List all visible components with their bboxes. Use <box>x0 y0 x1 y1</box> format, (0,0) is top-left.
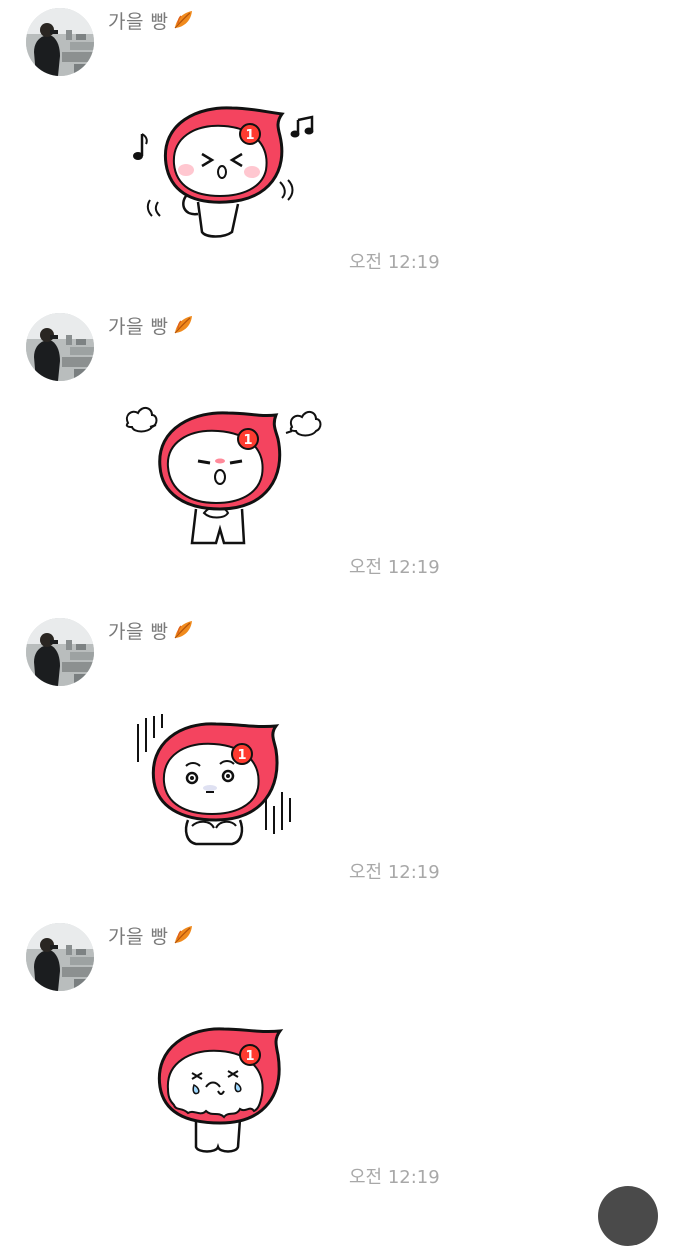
sender-header: 가을 빵 <box>108 311 196 339</box>
sender-avatar[interactable] <box>26 313 94 381</box>
sender-header: 가을 빵 <box>108 6 196 34</box>
sender-header: 가을 빵 <box>108 616 196 644</box>
sticker-badge: 1 <box>245 1049 254 1064</box>
sender-avatar[interactable] <box>26 8 94 76</box>
chat-message: 가을 빵 1 오전 12:19 <box>0 305 688 610</box>
sender-name: 가을 빵 <box>108 925 169 948</box>
sender-avatar[interactable] <box>26 923 94 991</box>
chat-message: 가을 빵 1 오전 12:19 <box>0 610 688 915</box>
sender-avatar[interactable] <box>26 618 94 686</box>
sticker-badge: 1 <box>245 128 254 143</box>
message-timestamp: 오전 12:19 <box>349 862 440 883</box>
sticker-crying[interactable]: 1 <box>120 1007 330 1167</box>
chat-message: 가을 빵 1 오전 12:19 <box>0 915 688 1220</box>
sender-name: 가을 빵 <box>108 315 169 338</box>
sender-name: 가을 빵 <box>108 620 169 643</box>
music-note-icon <box>133 133 148 160</box>
music-notes-icon <box>290 115 314 138</box>
message-timestamp: 오전 12:19 <box>349 1167 440 1188</box>
sticker-angry[interactable]: 1 <box>120 397 330 557</box>
message-timestamp: 오전 12:19 <box>349 557 440 578</box>
chat-message-list[interactable]: 가을 빵 1 오전 12:19 가을 빵 1 오전 12:19 가을 빵 1 오… <box>0 0 688 1200</box>
chat-message: 가을 빵 1 오전 12:19 <box>0 0 688 305</box>
sender-name: 가을 빵 <box>108 10 169 33</box>
autumn-leaf-icon <box>172 8 196 32</box>
sticker-badge: 1 <box>237 748 246 763</box>
sender-header: 가을 빵 <box>108 921 196 949</box>
sticker-dancing[interactable]: 1 <box>120 92 330 252</box>
sticker-badge: 1 <box>243 433 252 448</box>
autumn-leaf-icon <box>172 618 196 642</box>
autumn-leaf-icon <box>172 923 196 947</box>
message-timestamp: 오전 12:19 <box>349 252 440 273</box>
autumn-leaf-icon <box>172 313 196 337</box>
sticker-gloomy[interactable]: 1 <box>120 702 330 862</box>
scroll-to-bottom-button[interactable] <box>598 1186 658 1246</box>
